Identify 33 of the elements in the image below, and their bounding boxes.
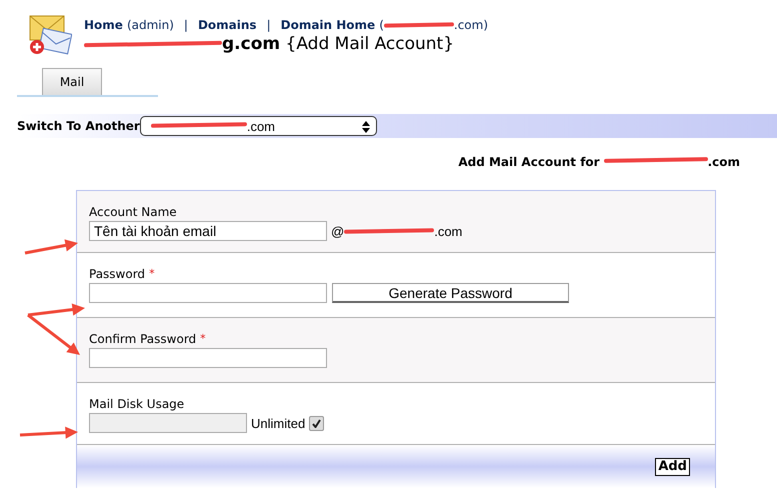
domain-text: g.com — [222, 34, 280, 54]
input-field[interactable] — [89, 283, 327, 303]
checkbox[interactable] — [309, 416, 324, 430]
checkbox-label: Unlimited — [251, 416, 306, 430]
domain-text: .com — [434, 224, 462, 238]
generate-button[interactable]: Generate Password — [332, 283, 569, 303]
switch-label: Switch To Another — [17, 119, 140, 133]
domain-text: .com) — [454, 18, 488, 32]
separator: | — [266, 18, 271, 32]
separator: | — [184, 18, 188, 32]
input-field[interactable] — [89, 348, 327, 368]
breadcrumb-link[interactable]: Domains — [198, 18, 257, 32]
checkmark-icon — [312, 418, 322, 428]
input-field[interactable]: Tên tài khoản email — [89, 221, 327, 241]
field-label: Mail Disk Usage — [89, 397, 184, 411]
domain-prefix: @ — [331, 224, 344, 238]
domain-select[interactable]: .com — [140, 116, 377, 136]
add-button[interactable]: Add — [655, 458, 690, 476]
mail-add-icon — [28, 14, 72, 56]
required-mark: * — [200, 332, 206, 346]
form-heading: Add Mail Account for — [458, 155, 600, 169]
breadcrumb-note: (admin) — [126, 18, 174, 32]
page-title: {Add Mail Account} — [286, 34, 454, 54]
stepper-icon — [362, 121, 370, 133]
field-label: Password — [89, 267, 146, 281]
field-label: Confirm Password — [89, 332, 196, 346]
field-label: Account Name — [89, 205, 177, 219]
required-mark: * — [149, 267, 155, 281]
domain-prefix: ( — [379, 18, 384, 32]
tab[interactable]: Mail — [42, 68, 102, 95]
breadcrumb-link[interactable]: Home — [84, 18, 123, 32]
domain-text: .com — [708, 155, 740, 169]
breadcrumb-link[interactable]: Domain Home — [280, 18, 376, 32]
